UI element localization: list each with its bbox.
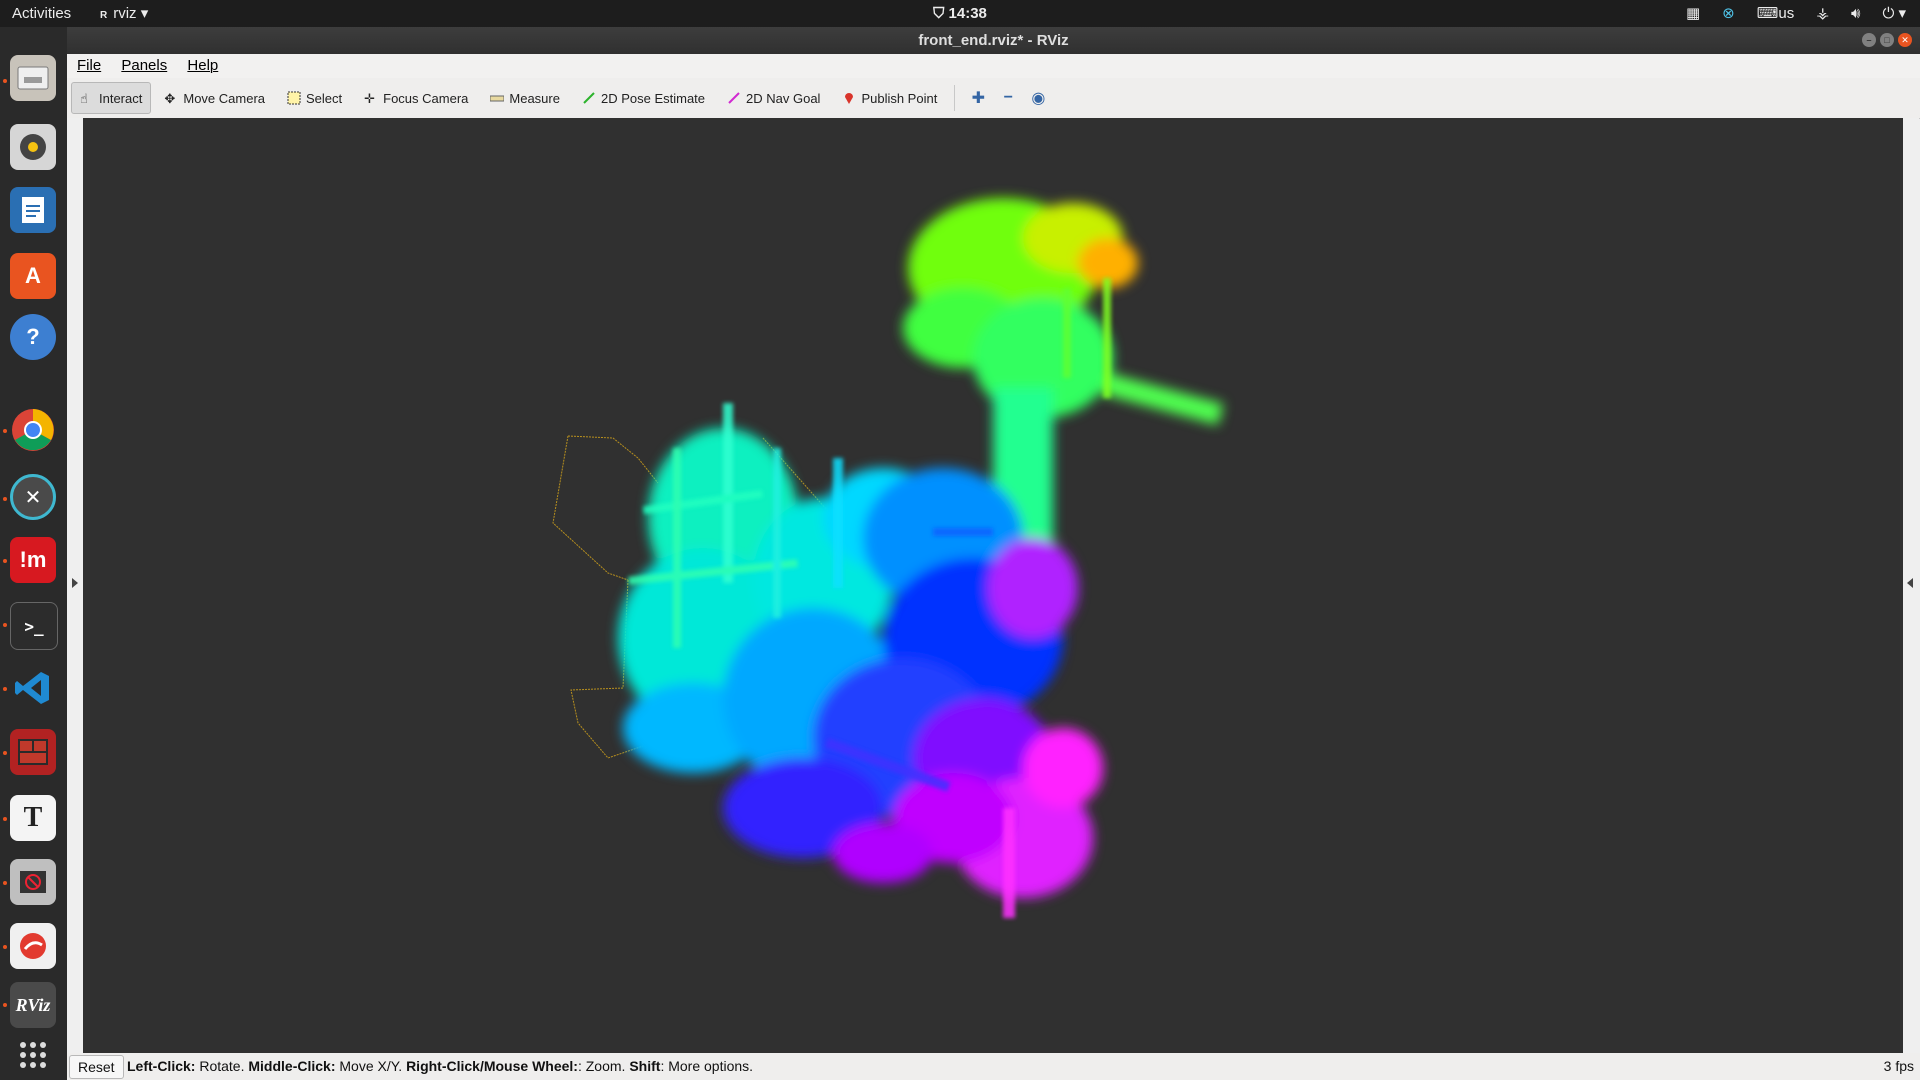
menu-help[interactable]: Help	[187, 57, 218, 74]
show-apps-icon[interactable]	[10, 1032, 56, 1078]
interact-tool-button[interactable]: ☝ Interact	[71, 82, 152, 114]
add-tool-plus-icon[interactable]: ✚	[963, 83, 993, 113]
files-icon[interactable]	[10, 55, 56, 101]
nav-goal-label: 2D Nav Goal	[746, 90, 821, 106]
fps-readout: 3 fps	[1883, 1058, 1914, 1074]
toolbar-separator	[954, 85, 956, 111]
blocker-app-icon[interactable]	[10, 859, 56, 905]
move-arrows-icon: ✥	[164, 91, 176, 106]
system-tray[interactable]: ▦ ⊗ ⌨us ⚶ 🔊︎ ⏻ ▾	[1686, 0, 1906, 27]
window-controls: – □ ✕	[1862, 33, 1912, 47]
terminator-icon[interactable]	[10, 729, 56, 775]
rviz-app-icon: R	[100, 10, 108, 21]
expand-right-arrow-icon	[1907, 578, 1913, 588]
measure-tool-button[interactable]: Measure	[481, 82, 569, 114]
ruler-icon	[489, 91, 505, 105]
activities-button[interactable]: Activities	[12, 0, 71, 27]
app-menu[interactable]: Rrviz ▾	[100, 0, 148, 27]
typora-icon[interactable]: T	[10, 795, 56, 841]
focus-camera-tool-button[interactable]: ✛ Focus Camera	[355, 82, 477, 114]
clock[interactable]: ⛉ 14:38	[933, 0, 987, 27]
window-title: front_end.rviz* - RViz	[918, 32, 1069, 49]
minimize-button[interactable]: –	[1862, 33, 1876, 47]
help-icon[interactable]: ?	[10, 314, 56, 360]
launcher-dock: A ? ✕ !m >_ T RViz	[0, 27, 68, 1080]
hint-middle-key: Middle-Click:	[248, 1058, 336, 1074]
focus-crosshair-icon: ✛	[364, 91, 376, 106]
publish-point-tool-button[interactable]: Publish Point	[833, 82, 946, 114]
measure-label: Measure	[509, 90, 560, 106]
hint-shift-action: : More options.	[660, 1058, 754, 1074]
wps-icon[interactable]	[10, 923, 56, 969]
writer-icon[interactable]	[10, 187, 56, 233]
network-icon[interactable]: ⚶	[1816, 0, 1829, 27]
right-dock-collapse-handle[interactable]	[1903, 118, 1919, 1053]
select-box-icon	[287, 91, 301, 105]
gnome-top-bar: Activities Rrviz ▾ ⛉ 14:38 ▦ ⊗ ⌨us ⚶ 🔊︎ …	[0, 0, 1920, 27]
focus-camera-label: Focus Camera	[383, 90, 469, 106]
menu-file[interactable]: File	[77, 57, 101, 74]
vscode-icon[interactable]	[10, 665, 56, 711]
rviz-dock-icon[interactable]: RViz	[10, 982, 56, 1028]
green-arrow-icon	[582, 91, 596, 105]
chrome-icon[interactable]	[10, 407, 56, 453]
view-options-eye-icon[interactable]: ◉	[1023, 83, 1053, 113]
menubar: File Panels Help	[67, 54, 1920, 78]
accessibility-icon: ⛉	[933, 5, 945, 22]
select-label: Select	[306, 90, 343, 106]
volume-icon[interactable]: 🔊︎	[1851, 0, 1860, 27]
software-center-icon[interactable]: A	[10, 253, 56, 299]
map-pin-icon	[842, 91, 856, 105]
chevron-down-icon: ▾	[140, 5, 149, 22]
move-camera-label: Move Camera	[183, 90, 265, 106]
app-menu-label: rviz	[113, 5, 137, 22]
close-button[interactable]: ✕	[1898, 33, 1912, 47]
pose-estimate-label: 2D Pose Estimate	[600, 90, 706, 106]
expand-left-arrow-icon	[72, 578, 78, 588]
publish-point-label: Publish Point	[861, 90, 938, 106]
select-tool-button[interactable]: Select	[278, 82, 351, 114]
tools-toolbar: ☝ Interact ✥ Move Camera Select ✛ Focus Cam…	[67, 78, 1920, 119]
2d-pose-estimate-tool-button[interactable]: 2D Pose Estimate	[573, 82, 714, 114]
move-camera-tool-button[interactable]: ✥ Move Camera	[155, 82, 274, 114]
terminal-icon[interactable]: >_	[10, 602, 58, 650]
2d-nav-goal-tool-button[interactable]: 2D Nav Goal	[718, 82, 829, 114]
remove-tool-minus-icon[interactable]: −	[993, 83, 1023, 113]
hand-pointer-icon: ☝	[80, 91, 88, 106]
hint-right-key: Right-Click/Mouse Wheel:	[406, 1058, 578, 1074]
hint-shift-key: Shift	[629, 1058, 661, 1074]
hint-middle-action: Move X/Y.	[335, 1058, 407, 1074]
3d-render-panel[interactable]	[83, 118, 1903, 1053]
hint-right-action: : Zoom.	[577, 1058, 630, 1074]
clock-time: 14:38	[948, 5, 987, 22]
reset-button[interactable]: Reset	[69, 1055, 124, 1079]
typora-letter: T	[23, 802, 43, 833]
rviz-window: front_end.rviz* - RViz – □ ✕ File Panels…	[67, 27, 1920, 1080]
hint-left-key: Left-Click:	[127, 1058, 196, 1074]
xmind-tray-icon[interactable]: ⊗	[1722, 0, 1735, 27]
rviz-dock-label: RViz	[15, 994, 51, 1015]
hint-left-action: Rotate.	[195, 1058, 249, 1074]
window-titlebar[interactable]: front_end.rviz* - RViz – □ ✕	[67, 27, 1920, 54]
calendar-tray-icon[interactable]: ▦	[1686, 0, 1700, 27]
power-icon[interactable]: ⏻ ▾	[1882, 0, 1906, 27]
xmind-icon[interactable]: ✕	[10, 474, 56, 520]
maximize-button[interactable]: □	[1880, 33, 1894, 47]
mendeley-icon[interactable]: !m	[10, 537, 56, 583]
left-dock-collapse-handle[interactable]	[67, 118, 83, 1053]
menu-panels[interactable]: Panels	[121, 57, 167, 74]
mouse-hint-text: Left-Click: Rotate. Middle-Click: Move X…	[127, 1053, 753, 1080]
interact-label: Interact	[99, 90, 143, 106]
magenta-arrow-icon	[727, 91, 741, 105]
keyboard-icon[interactable]: ⌨us	[1757, 0, 1795, 27]
point-cloud-map	[552, 198, 1224, 918]
keyboard-layout: us	[1778, 5, 1795, 22]
status-bar: Reset Left-Click: Rotate. Middle-Click: …	[67, 1053, 1920, 1080]
rhythmbox-icon[interactable]	[10, 124, 56, 170]
point-cloud-blobs	[618, 198, 1224, 898]
